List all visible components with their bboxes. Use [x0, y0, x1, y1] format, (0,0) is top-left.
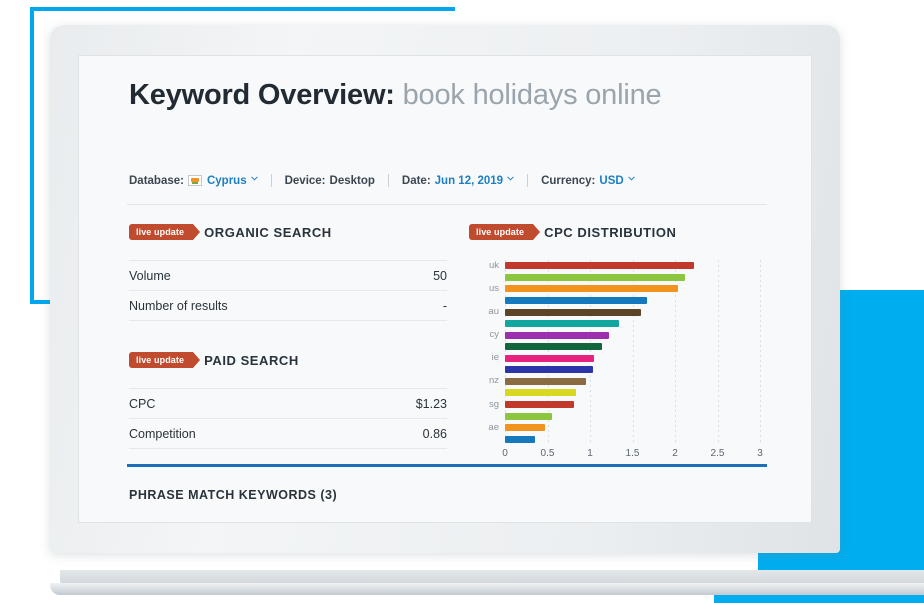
metabar-divider — [387, 174, 389, 187]
row-label: Number of results — [129, 290, 408, 321]
device-label: Device: — [284, 174, 326, 187]
page-title-keyword: book holidays online — [402, 79, 662, 111]
metabar-currency[interactable]: Currency: USD — [541, 175, 635, 187]
paid-search-header: live update PAID SEARCH — [129, 349, 447, 371]
right-column: live update CPC DISTRIBUTION uk us au cy ie n… — [469, 221, 769, 475]
chart-x-tick-label: 3 — [757, 448, 763, 459]
table-row: Volume 50 — [129, 260, 447, 291]
chevron-down-icon — [628, 175, 635, 182]
chart-bar[interactable] — [505, 366, 594, 374]
chart-bar[interactable] — [505, 435, 535, 443]
row-value: 50 — [407, 260, 447, 291]
organic-search-title: ORGANIC SEARCH — [204, 224, 332, 240]
laptop-screen: Keyword Overview: book holidays online D… — [78, 55, 812, 523]
phrase-match-keywords-title: PHRASE MATCH KEYWORDS (3) — [129, 488, 338, 502]
chart-gridline — [717, 260, 719, 445]
chart-y-tick-label: ie — [491, 352, 499, 364]
metabar-divider — [270, 174, 272, 187]
row-value: $1.23 — [345, 388, 447, 419]
chart-y-tick-label: cy — [489, 329, 500, 341]
chart-bar[interactable] — [505, 331, 609, 339]
live-update-badge: live update — [469, 224, 541, 240]
chart-bar[interactable] — [505, 320, 619, 328]
metabar-database[interactable]: Database: Cyprus — [129, 175, 258, 187]
organic-search-header: live update ORGANIC SEARCH — [129, 221, 447, 243]
metabar: Database: Cyprus Device: Desktop Date: J… — [129, 174, 635, 187]
chart-x-tick-label: 1 — [587, 448, 593, 459]
chart-bar[interactable] — [505, 401, 574, 409]
chart-y-tick-label: ae — [488, 421, 499, 433]
chart-x-tick-label: 1.5 — [625, 448, 640, 459]
paid-search-table: CPC $1.23 Competition 0.86 — [129, 388, 447, 449]
chart-y-tick-label: uk — [488, 259, 499, 271]
metabar-date[interactable]: Date: Jun 12, 2019 — [402, 175, 514, 187]
live-update-badge: live update — [129, 224, 201, 240]
page-title: Keyword Overview: book holidays online — [129, 78, 689, 113]
laptop-base-lip — [50, 583, 924, 595]
table-row: CPC $1.23 — [129, 388, 447, 419]
organic-search-table: Volume 50 Number of results - — [129, 260, 447, 321]
chart-bar[interactable] — [505, 412, 552, 420]
keyword-overview-page: Keyword Overview: book holidays online D… — [79, 56, 811, 522]
section-divider-blue — [127, 464, 767, 467]
chart-bar[interactable] — [505, 273, 686, 281]
left-column: live update ORGANIC SEARCH Volume 50 Numbe… — [129, 221, 447, 449]
chart-x-tick-label: 0.5 — [540, 448, 555, 459]
chart-bar[interactable] — [505, 296, 647, 304]
column-spacer — [129, 321, 447, 349]
chevron-down-icon — [507, 175, 514, 182]
chart-bar[interactable] — [505, 377, 586, 385]
table-row: Number of results - — [129, 290, 447, 321]
row-label: Volume — [129, 260, 408, 291]
date-label: Date: — [401, 174, 431, 187]
chart-bar[interactable] — [505, 308, 641, 316]
page-title-prefix: Keyword Overview: — [129, 79, 395, 111]
currency-label: Currency: — [541, 174, 596, 187]
paid-search-title: PAID SEARCH — [204, 352, 299, 368]
row-label: CPC — [129, 388, 346, 419]
database-value: Cyprus — [206, 174, 247, 187]
chart-bar[interactable] — [505, 424, 545, 432]
row-value: - — [407, 290, 447, 321]
chart-plot-area: uk us au cy ie nz sg ae — [488, 260, 769, 445]
laptop-mockup: Keyword Overview: book holidays online D… — [50, 25, 924, 595]
currency-value: USD — [599, 174, 624, 187]
laptop-base — [50, 570, 924, 598]
cpc-distribution-header: live update CPC DISTRIBUTION — [469, 221, 769, 243]
chart-y-tick-label: nz — [488, 375, 499, 387]
chart-bar[interactable] — [505, 354, 595, 362]
chart-x-tick-label: 2 — [672, 448, 678, 459]
live-update-badge: live update — [129, 352, 201, 368]
metabar-divider — [527, 174, 529, 187]
chart-x-tick-label: 0 — [502, 448, 508, 459]
metabar-device: Device: Desktop — [285, 175, 375, 187]
chart-bar[interactable] — [505, 343, 602, 351]
chart-x-tick-label: 2.5 — [710, 448, 725, 459]
date-value: Jun 12, 2019 — [434, 174, 504, 187]
chart-bar[interactable] — [505, 389, 577, 397]
database-label: Database: — [129, 174, 184, 187]
chart-x-axis: 0 0.5 1 1.5 2 2.5 3 — [502, 448, 769, 464]
chart-bar[interactable] — [505, 262, 694, 270]
device-value: Desktop — [329, 174, 375, 187]
chart-y-tick-label: sg — [488, 398, 499, 410]
chart-bar[interactable] — [505, 285, 679, 293]
cyprus-flag-icon — [187, 175, 202, 186]
cpc-distribution-title: CPC DISTRIBUTION — [544, 224, 677, 240]
row-value: 0.86 — [345, 418, 447, 449]
chart-y-tick-label: us — [488, 282, 499, 294]
chart-y-tick-label: au — [488, 306, 499, 318]
header-divider — [127, 204, 767, 205]
table-row: Competition 0.86 — [129, 418, 447, 449]
row-label: Competition — [129, 418, 346, 449]
chevron-down-icon — [250, 175, 258, 182]
chart-gridline — [760, 260, 761, 445]
cpc-distribution-chart: uk us au cy ie nz sg ae 0 0.5 1 1.5 2 2.5 3 — [469, 260, 769, 475]
